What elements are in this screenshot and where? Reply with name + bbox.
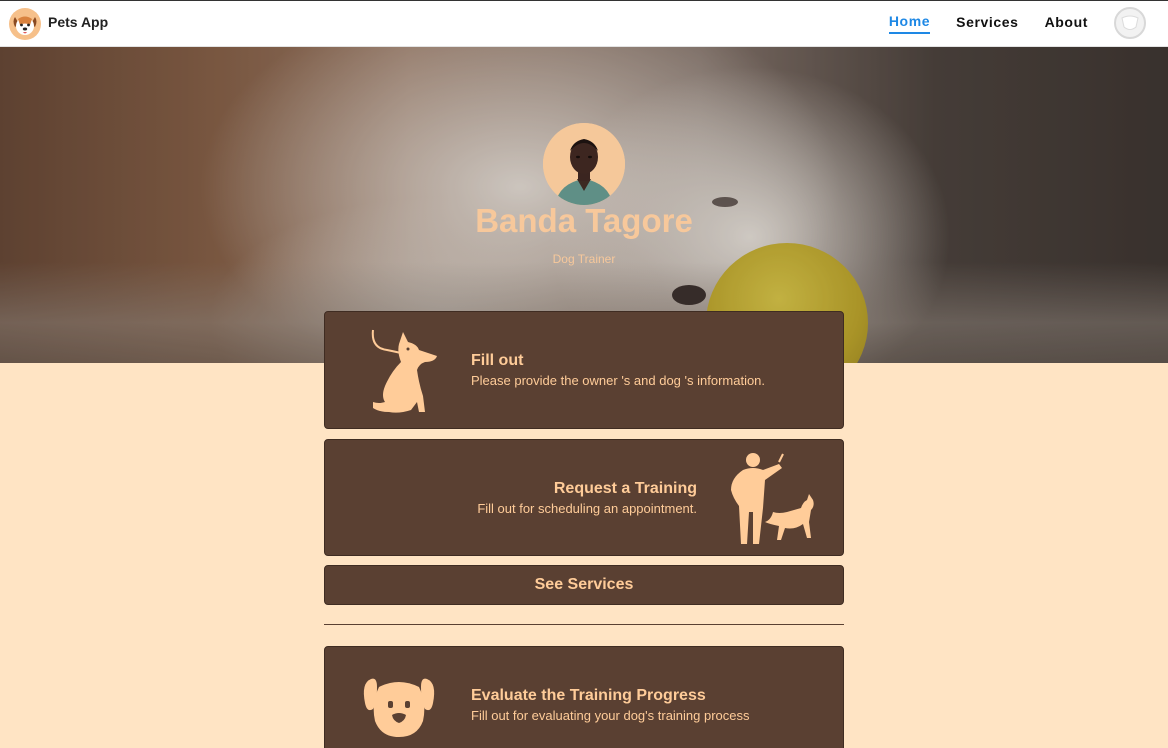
top-navbar: Pets App Home Services About [0,0,1168,47]
dog-logo-icon [9,8,41,40]
see-services-button[interactable]: See Services [324,565,844,605]
card-request-training-title: Request a Training [553,480,697,497]
card-fill-out[interactable]: Fill out Please provide the owner 's and… [324,311,844,429]
card-request-training-text: Fill out for scheduling an appointment. [477,501,697,516]
card-fill-out-title: Fill out [471,352,524,369]
card-evaluate-progress[interactable]: Evaluate the Training Progress Fill out … [324,646,844,748]
section-divider [324,624,844,625]
nav-services[interactable]: Services [956,14,1018,33]
app-name: Pets App [48,14,109,30]
sitting-dog-icon [371,329,437,413]
main-nav: Home Services About [863,7,1146,39]
user-placeholder-icon [1121,15,1139,30]
trainer-portrait-icon [543,123,625,205]
card-fill-out-text: Please provide the owner 's and dog 's i… [471,373,766,388]
trainer-role: Dog Trainer [552,252,616,266]
dog-face-icon [363,678,435,737]
trainer-name: Banda Tagore [475,202,693,239]
trainer-with-dog-icon [731,453,814,544]
user-avatar[interactable] [1114,7,1146,39]
nav-home[interactable]: Home [888,13,931,34]
nav-about[interactable]: About [1045,14,1088,33]
card-evaluate-progress-text: Fill out for evaluating your dog's train… [471,708,750,723]
brand[interactable]: Pets App [9,8,108,40]
card-request-training[interactable]: Request a Training Fill out for scheduli… [324,439,844,556]
trainer-avatar [543,123,625,205]
card-evaluate-progress-title: Evaluate the Training Progress [471,687,706,704]
